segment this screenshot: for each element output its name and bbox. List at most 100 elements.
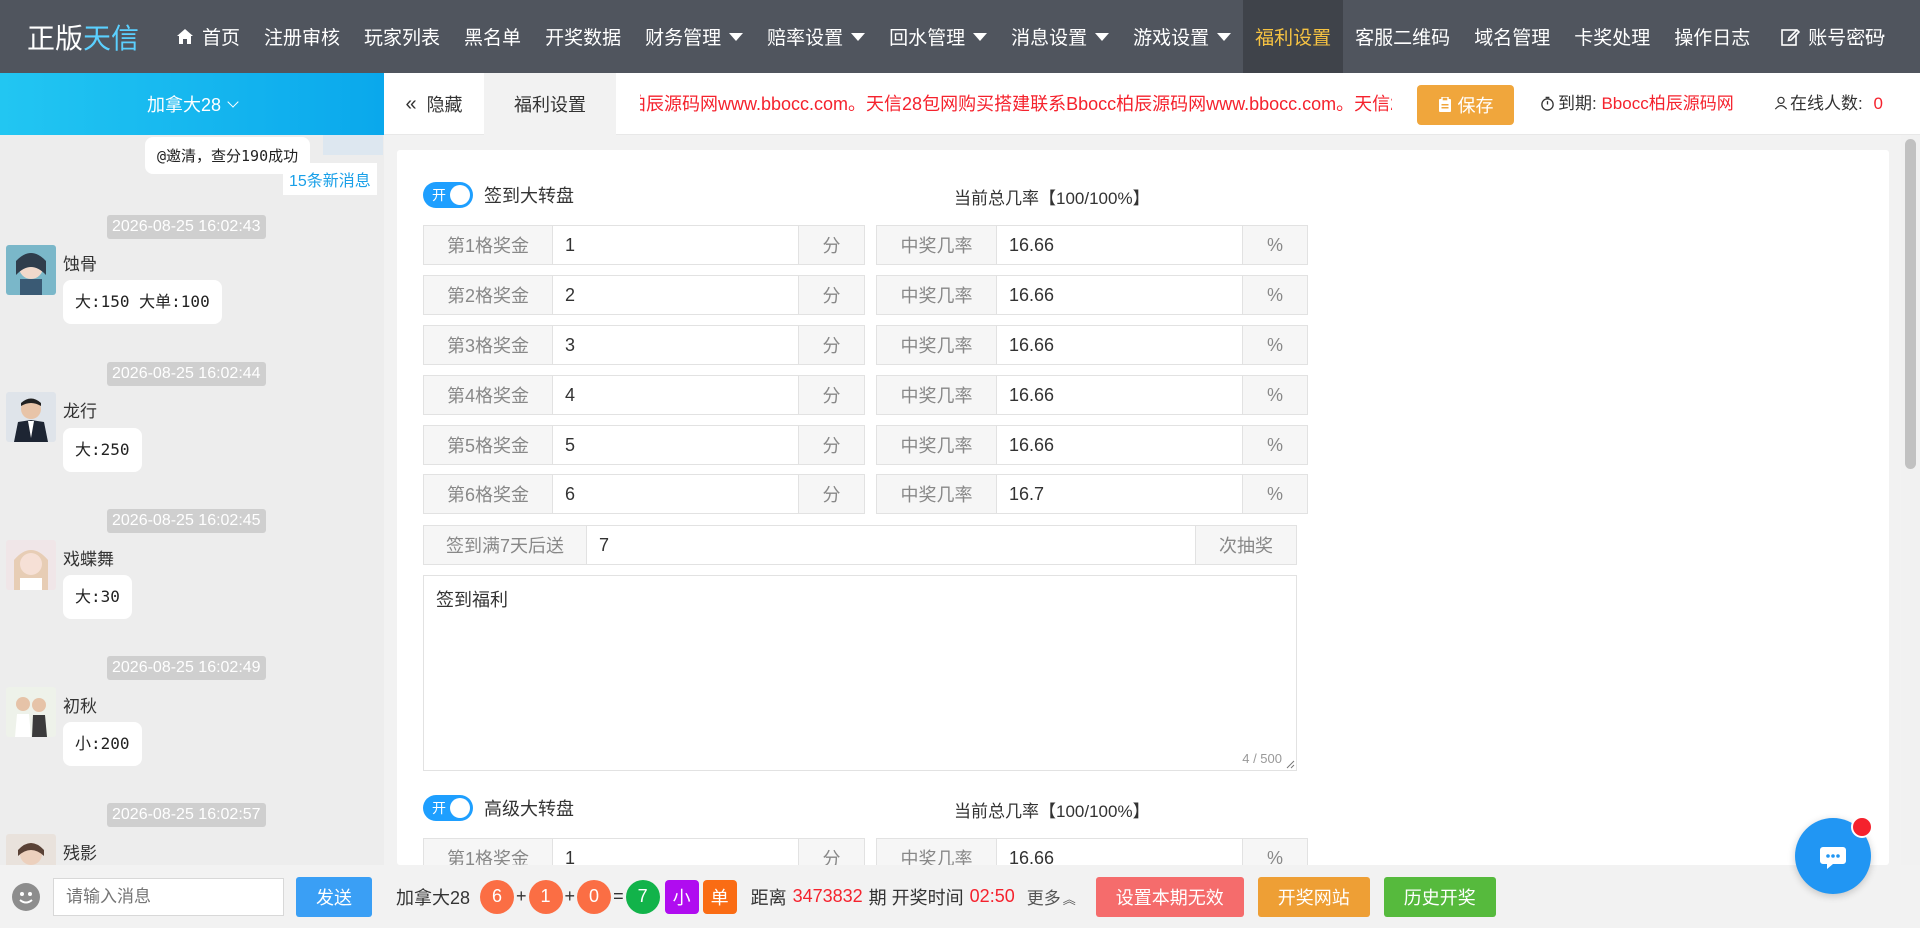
advanced-wheel-toggle[interactable]: 开: [423, 795, 473, 821]
slot-label: 第2格奖金: [423, 275, 553, 315]
section-title: 高级大转盘: [484, 799, 574, 819]
chat-message-list[interactable]: @邀清，查分190成功 15条新消息 2026-08-25 16:02:43 蚀…: [0, 135, 384, 865]
message-bubble: 大:30: [63, 575, 132, 619]
slot-unit: 分: [798, 325, 865, 365]
hide-sidebar-button[interactable]: « 隐藏: [384, 73, 484, 135]
nav-item-welfare[interactable]: 福利设置: [1243, 0, 1344, 73]
draw-history-button[interactable]: 历史开奖: [1383, 876, 1496, 917]
draw-status-bar: 加拿大28 6 + 1 + 0 = 7 小 单 距离 3473832 期 开奖时…: [384, 865, 1920, 928]
welfare-description-textarea[interactable]: 签到福利 4 / 500: [423, 575, 1297, 771]
nav-label: 操作日志: [1674, 28, 1751, 49]
online-label: 在线人数:: [1790, 94, 1863, 113]
nav-item-player-list[interactable]: 玩家列表: [352, 0, 452, 73]
description-text: 签到福利: [436, 590, 508, 610]
avatar: [6, 687, 56, 737]
rate-unit: %: [1242, 275, 1308, 315]
nav-item-logs[interactable]: 操作日志: [1662, 0, 1762, 73]
slot-unit: 分: [798, 838, 865, 865]
resize-handle-icon[interactable]: [1285, 759, 1295, 769]
slot-label: 第1格奖金: [423, 838, 553, 865]
message-bubble: 小:200: [63, 722, 142, 766]
more-menu-icon[interactable]: ···: [1863, 22, 1888, 48]
avatar: [323, 135, 383, 155]
rate-label: 中奖几率: [876, 474, 997, 514]
slot-prize-input[interactable]: 4: [553, 375, 798, 415]
invalidate-period-button[interactable]: 设置本期无效: [1095, 876, 1244, 917]
prize-slot-row: 第2格奖金 2 分 中奖几率 16.66 %: [423, 275, 1308, 315]
nav-item-blacklist[interactable]: 黑名单: [452, 0, 533, 73]
chat-room-selector[interactable]: 加拿大28: [0, 73, 384, 135]
slot-unit: 分: [798, 375, 865, 415]
nav-item-messages[interactable]: 消息设置: [999, 0, 1121, 73]
sender-name: 蚀骨: [63, 255, 97, 274]
marquee-text: 柏辰源码网www.bbocc.com。天信28包网购买搭建联系Bbocc柏辰源码…: [640, 94, 1392, 114]
prize-slot-row: 第6格奖金 6 分 中奖几率 16.7 %: [423, 474, 1308, 514]
nav-menu: 首页 注册审核 玩家列表 黑名单 开奖数据 财务管理 赔率设置 回水管理 消息设…: [164, 0, 1896, 73]
nav-item-odds[interactable]: 赔率设置: [755, 0, 877, 73]
slot-rate-input[interactable]: 16.66: [997, 225, 1242, 265]
clipboard-icon: [1438, 97, 1451, 112]
slot-rate-input[interactable]: 16.66: [997, 838, 1242, 865]
nav-item-domains[interactable]: 域名管理: [1462, 0, 1562, 73]
message-input[interactable]: [53, 877, 284, 916]
rate-label: 中奖几率: [876, 225, 997, 265]
message-bubble: 大:150 大单:100: [63, 280, 222, 324]
support-chat-button[interactable]: [1795, 816, 1873, 894]
slot-prize-input[interactable]: 3: [553, 325, 798, 365]
new-messages-badge[interactable]: 15条新消息: [283, 163, 377, 195]
nav-item-register-review[interactable]: 注册审核: [252, 0, 352, 73]
content-header: « 隐藏 福利设置 柏辰源码网www.bbocc.com。天信28包网购买搭建联…: [384, 73, 1920, 135]
advanced-wheel-header: 开 高级大转盘: [423, 794, 574, 822]
nav-item-draw-data[interactable]: 开奖数据: [533, 0, 633, 73]
avatar: [6, 245, 56, 295]
slot-rate-input[interactable]: 16.66: [997, 325, 1242, 365]
nav-label: 财务管理: [645, 28, 722, 49]
emoji-icon[interactable]: [12, 882, 40, 911]
rate-unit: %: [1242, 425, 1308, 465]
caret-down-icon: [1217, 32, 1232, 41]
nav-label: 赔率设置: [767, 28, 844, 49]
expire-info: 到期: Bbocc柏辰源码网: [1540, 73, 1780, 135]
slot-rate-input[interactable]: 16.66: [997, 425, 1242, 465]
slot-prize-input[interactable]: 1: [553, 225, 798, 265]
slot-prize-input[interactable]: 2: [553, 275, 798, 315]
rate-label: 中奖几率: [876, 275, 997, 315]
rate-unit: %: [1242, 474, 1308, 514]
slot-prize-input[interactable]: 1: [553, 838, 798, 865]
caret-down-icon: [851, 32, 866, 41]
sender-name: 戏蝶舞: [63, 550, 114, 569]
nav-item-rebate[interactable]: 回水管理: [877, 0, 999, 73]
expire-value: Bbocc柏辰源码网: [1601, 94, 1734, 113]
avatar: [6, 834, 56, 865]
slot-prize-input[interactable]: 5: [553, 425, 798, 465]
nav-item-service-qr[interactable]: 客服二维码: [1343, 0, 1462, 73]
save-button[interactable]: 保存: [1417, 85, 1514, 125]
slot-prize-input[interactable]: 6: [553, 474, 798, 514]
chevron-down-icon: [227, 95, 239, 108]
slot-rate-input[interactable]: 16.7: [997, 474, 1242, 514]
checkin-wheel-toggle[interactable]: 开: [423, 182, 473, 208]
send-button[interactable]: 发送: [296, 876, 372, 917]
nav-label: 回水管理: [889, 28, 966, 49]
online-value: 0: [1873, 94, 1883, 113]
nav-label: 注册审核: [264, 28, 341, 49]
nav-label: 卡奖处理: [1574, 28, 1651, 49]
result-ball: 0: [577, 879, 612, 914]
slot-rate-input[interactable]: 16.66: [997, 275, 1242, 315]
nav-item-finance[interactable]: 财务管理: [633, 0, 755, 73]
slot-rate-input[interactable]: 16.66: [997, 375, 1242, 415]
nav-item-stuck-draws[interactable]: 卡奖处理: [1562, 0, 1662, 73]
avatar: [6, 540, 56, 590]
notification-dot: [1851, 816, 1873, 838]
more-toggle[interactable]: 更多 ︽: [1027, 884, 1076, 909]
scrollbar-thumb[interactable]: [1905, 139, 1916, 469]
scrollbar[interactable]: [1901, 135, 1920, 865]
draw-website-button[interactable]: 开奖网站: [1257, 876, 1370, 917]
rate-label: 中奖几率: [876, 325, 997, 365]
nav-item-game-settings[interactable]: 游戏设置: [1121, 0, 1243, 73]
streak-input[interactable]: 7: [587, 525, 1195, 565]
nav-item-home[interactable]: 首页: [164, 0, 252, 73]
avatar: [6, 392, 56, 442]
double-chevron-up-icon: ︽: [1062, 892, 1076, 907]
tab-welfare-settings[interactable]: 福利设置: [484, 73, 616, 135]
